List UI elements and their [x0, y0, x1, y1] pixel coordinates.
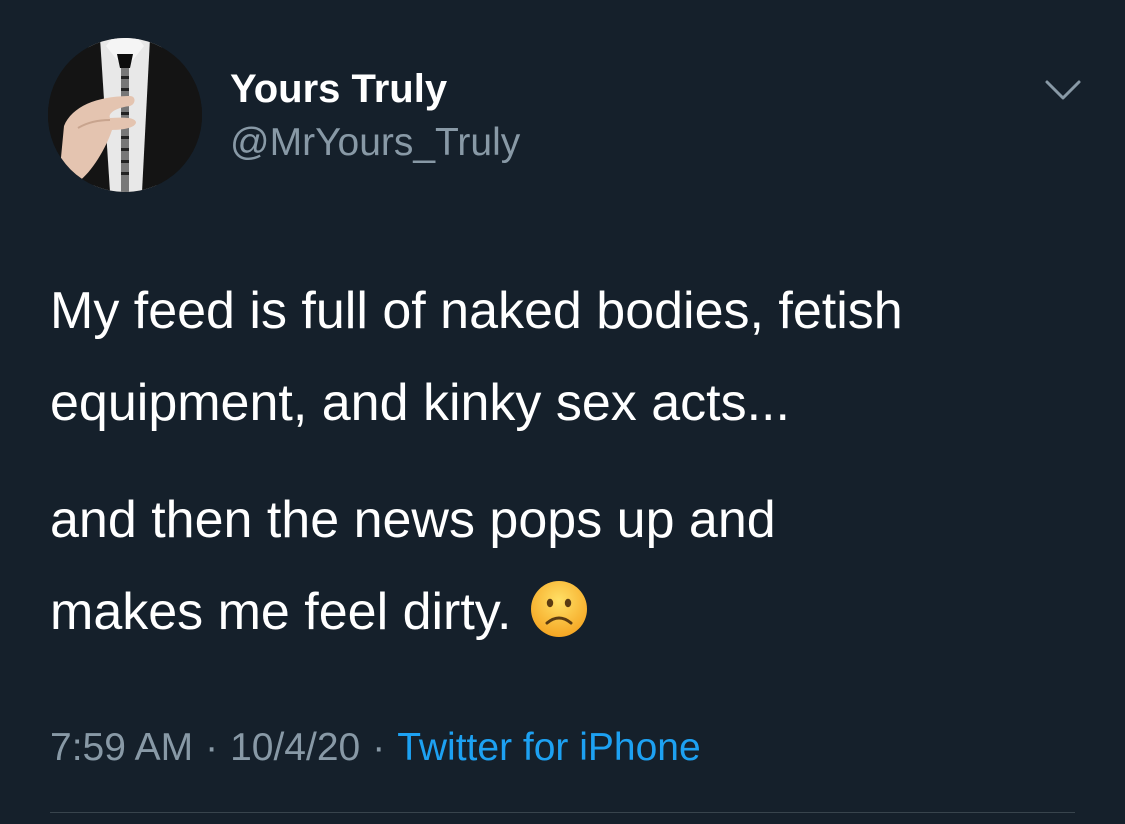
tweet-text: My feed is full of naked bodies, fetish … — [50, 265, 1100, 658]
tweet-detail: Yours Truly @MrYours_Truly My feed is fu… — [0, 0, 1125, 824]
tweet-line-text: makes me feel dirty. — [50, 583, 512, 641]
tweet-menu-button[interactable] — [1043, 76, 1083, 104]
tweet-line: My feed is full of naked bodies, fetish — [50, 282, 903, 340]
frowning-face-emoji-icon — [529, 579, 589, 639]
tweet-time[interactable]: 7:59 AM — [50, 726, 193, 769]
profile-photo-icon — [48, 38, 202, 192]
author-display-name[interactable]: Yours Truly — [230, 63, 447, 115]
avatar[interactable] — [48, 38, 202, 192]
meta-separator: · — [372, 726, 386, 769]
tweet-date[interactable]: 10/4/20 — [230, 726, 360, 769]
meta-separator: · — [205, 726, 219, 769]
tweet-paragraph: My feed is full of naked bodies, fetish … — [50, 265, 1100, 449]
tweet-paragraph: and then the news pops up and makes me f… — [50, 474, 1100, 658]
author-handle[interactable]: @MrYours_Truly — [230, 118, 520, 168]
chevron-down-icon — [1045, 80, 1081, 100]
tweet-meta: 7:59 AM · 10/4/20 · Twitter for iPhone — [50, 722, 701, 774]
tweet-line: and then the news pops up and — [50, 491, 776, 549]
tweet-source-link[interactable]: Twitter for iPhone — [397, 726, 700, 769]
tweet-line: equipment, and kinky sex acts... — [50, 374, 790, 432]
tweet-line-with-emoji: makes me feel dirty. — [50, 566, 1100, 658]
divider — [50, 812, 1075, 813]
